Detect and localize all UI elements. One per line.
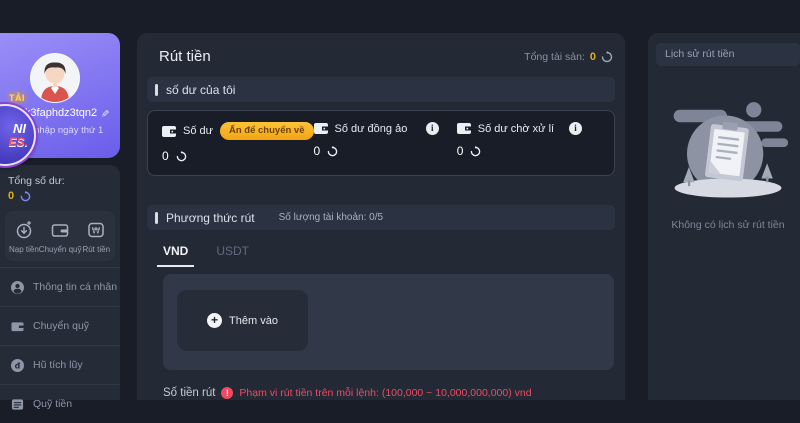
svg-text:₩: ₩ [92, 227, 101, 237]
total-assets-label: Tổng tài sản: [524, 51, 585, 63]
withdraw-history-panel: Lịch sử rút tiền Không có lịch sử rút ti… [648, 33, 800, 400]
sidebar: Tổng số dư: 0 Nạp tiền Chuyển quỹ ₩ Rút … [0, 165, 120, 400]
empty-illustration-icon [666, 94, 790, 200]
withdraw-range-warning: Phạm vi rút tiền trên mỗi lệnh: (100,000… [239, 387, 531, 399]
withdraw-button[interactable]: ₩ Rút tiền [82, 220, 112, 254]
sticker-text-line2: ES. [9, 135, 28, 149]
refresh-icon[interactable] [327, 146, 338, 157]
withdraw-label: Rút tiền [82, 245, 110, 254]
fund-icon [11, 398, 24, 411]
balance-pending: Số dư chờ xử lí i 0 [457, 122, 600, 163]
total-assets-value: 0 [590, 51, 596, 63]
method-title: Phương thức rút [166, 211, 255, 225]
tab-usdt[interactable]: USDT [216, 244, 249, 267]
menu-label: Chuyển quỹ [33, 320, 89, 332]
total-assets: Tổng tài sản: 0 [524, 51, 613, 63]
transfer-back-button[interactable]: Ấn để chuyển về [220, 122, 314, 140]
menu-label: Hũ tích lũy [33, 359, 83, 371]
balance-virtual: Số dư đồng ảo i 0 [314, 122, 457, 163]
tab-vnd[interactable]: VND [157, 244, 194, 267]
add-label: Thêm vào [229, 315, 278, 327]
balance-main: Số dư Ấn để chuyển về 0 [162, 122, 314, 163]
avatar-illustration [31, 54, 79, 102]
svg-text:đ: đ [15, 361, 21, 370]
sticker-text-line1: NI [13, 121, 26, 136]
menu-label: Thông tin cá nhân [33, 281, 117, 293]
vnd-accounts-panel: + Thêm vào [163, 274, 614, 370]
my-balance-title: số dư của tôi [166, 83, 235, 97]
deposit-button[interactable]: Nạp tiền [9, 220, 39, 254]
refresh-icon[interactable] [470, 146, 481, 157]
balance-box: Số dư Ấn để chuyển về 0 Số dư đồng ảo i … [147, 110, 615, 176]
sidebar-item-jackpot[interactable]: đ Hũ tích lũy [0, 345, 120, 384]
wallet-icon [50, 220, 70, 240]
total-balance-row: 0 [0, 187, 120, 202]
plus-icon: + [207, 313, 222, 328]
download-app-label: TẢI [9, 93, 25, 103]
wallet-icon [457, 123, 471, 134]
accent-bar [155, 212, 158, 224]
method-header: Phương thức rút Số lượng tài khoản: 0/5 [147, 205, 615, 230]
wallet-icon [162, 126, 176, 137]
profile-card: wzk3faphdz3tqn2✎ Gia nhập ngày thứ 1 TẢI… [0, 33, 120, 158]
total-balance-value: 0 [8, 190, 14, 202]
balance-label: Số dư chờ xử lí [478, 123, 554, 135]
deposit-icon [14, 220, 34, 240]
withdraw-amount-row: Số tiền rút ! Phạm vi rút tiền trên mỗi … [163, 387, 614, 399]
user-icon [11, 281, 24, 294]
info-icon[interactable]: i [426, 122, 439, 135]
accent-bar [155, 84, 158, 96]
account-count: Số lượng tài khoản: 0/5 [279, 212, 383, 223]
history-title: Lịch sử rút tiền [656, 43, 800, 66]
my-balance-header: số dư của tôi [147, 77, 615, 102]
empty-state: Không có lịch sử rút tiền [648, 66, 800, 231]
balance-label: Số dư [183, 125, 213, 137]
empty-history-text: Không có lịch sử rút tiền [648, 219, 800, 231]
account-count-value: 0/5 [369, 212, 383, 223]
transfer-label: Chuyển quỹ [39, 245, 82, 254]
wallet-icon [11, 320, 24, 333]
info-icon[interactable]: i [569, 122, 582, 135]
edit-username-icon[interactable]: ✎ [99, 109, 110, 117]
avatar[interactable] [30, 53, 80, 103]
transfer-button[interactable]: Chuyển quỹ [39, 220, 82, 254]
warning-icon: ! [221, 387, 233, 399]
wallet-icon [314, 123, 328, 134]
withdraw-amount-label: Số tiền rút [163, 387, 215, 399]
sidebar-item-personal-info[interactable]: Thông tin cá nhân [0, 267, 120, 306]
total-balance-label: Tổng số dư: [0, 165, 120, 187]
balance-label: Số dư đồng ảo [335, 123, 408, 135]
withdraw-page: Rút tiền Tổng tài sản: 0 số dư của tôi S… [137, 33, 625, 400]
sidebar-item-transfer[interactable]: Chuyển quỹ [0, 306, 120, 345]
balance-value: 0 [457, 144, 464, 158]
refresh-icon[interactable] [176, 151, 187, 162]
coin-icon: đ [11, 359, 24, 372]
balance-value: 0 [314, 144, 321, 158]
account-count-label: Số lượng tài khoản: [279, 212, 367, 223]
refresh-assets-icon[interactable] [601, 51, 613, 63]
balance-value: 0 [162, 149, 169, 163]
sidebar-item-fund[interactable]: Quỹ tiền [0, 384, 120, 423]
currency-tabs: VND USDT [137, 230, 625, 267]
add-bank-account-button[interactable]: + Thêm vào [177, 290, 308, 351]
refresh-balance-icon[interactable] [20, 191, 31, 202]
deposit-label: Nạp tiền [9, 245, 39, 254]
page-title: Rút tiền [159, 48, 211, 65]
withdraw-icon: ₩ [86, 220, 106, 240]
quick-actions: Nạp tiền Chuyển quỹ ₩ Rút tiền [5, 211, 115, 261]
main-header: Rút tiền Tổng tài sản: 0 [137, 33, 625, 77]
